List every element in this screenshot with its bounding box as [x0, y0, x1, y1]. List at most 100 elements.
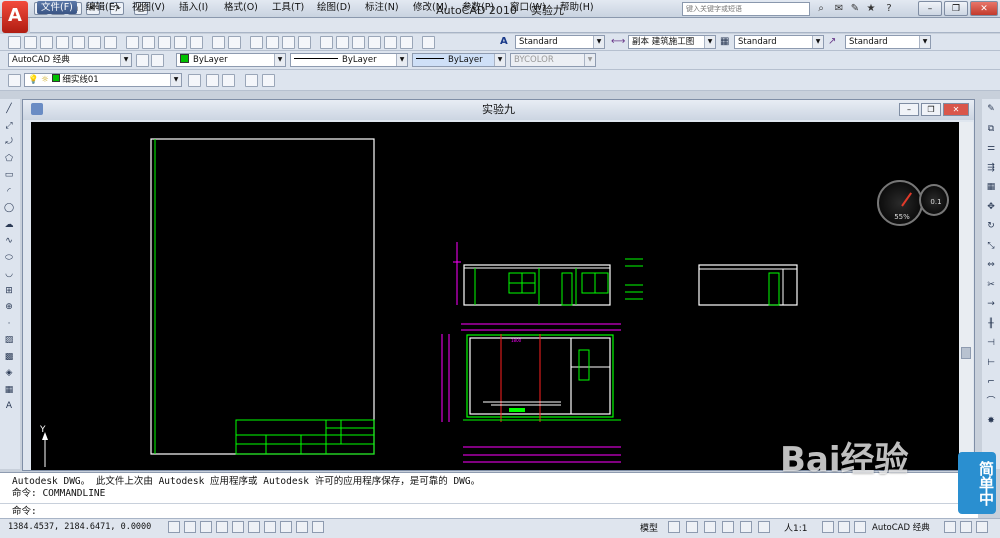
array-icon[interactable]: ▦	[985, 181, 997, 193]
arc-icon[interactable]: ◜	[3, 186, 15, 198]
quick-view-drawings-icon[interactable]	[686, 521, 698, 533]
block-editor-icon[interactable]	[190, 36, 203, 49]
erase-icon[interactable]: ✎	[985, 103, 997, 115]
zoom-status-icon[interactable]	[722, 521, 734, 533]
table-icon[interactable]: ▦	[3, 384, 15, 396]
pan-icon[interactable]	[250, 36, 263, 49]
help-icon[interactable]	[422, 36, 435, 49]
multiline-text-icon[interactable]: A	[3, 400, 15, 412]
annotation-visibility-icon[interactable]	[822, 521, 834, 533]
move-icon[interactable]: ✥	[985, 201, 997, 213]
tool-palettes-icon[interactable]	[352, 36, 365, 49]
change-to-layer-icon[interactable]	[262, 74, 275, 87]
showmotion-icon[interactable]	[758, 521, 770, 533]
color-select[interactable]: ByLayer ▼	[176, 53, 286, 67]
workspace-menu-icon[interactable]	[151, 54, 164, 67]
workspace-switch[interactable]: AutoCAD 经典	[872, 521, 930, 533]
menu-view[interactable]: 视图(V)	[128, 1, 169, 14]
text-style-icon[interactable]: A	[500, 36, 512, 49]
ellipse-arc-icon[interactable]: ◡	[3, 268, 15, 280]
polygon-icon[interactable]: ⬠	[3, 153, 15, 165]
menu-file[interactable]: 文件(F)	[37, 1, 77, 14]
quickcalc-icon[interactable]	[400, 36, 413, 49]
menu-format[interactable]: 格式(O)	[220, 1, 262, 14]
join-icon[interactable]: ⊢	[985, 357, 997, 369]
layer-state-icon[interactable]	[222, 74, 235, 87]
plot-preview-icon[interactable]	[72, 36, 85, 49]
lineweight-select[interactable]: ByLayer ▼	[412, 53, 506, 67]
trim-icon[interactable]: ✂	[985, 279, 997, 291]
qp-toggle[interactable]	[312, 521, 324, 533]
open-icon[interactable]	[24, 36, 37, 49]
zoom-previous-icon[interactable]	[298, 36, 311, 49]
fillet-icon[interactable]: ⌒	[985, 396, 997, 408]
menu-dimension[interactable]: 标注(N)	[361, 1, 403, 14]
osnap-toggle[interactable]	[232, 521, 244, 533]
close-button[interactable]: ✕	[970, 1, 998, 16]
hardware-acceleration-icon[interactable]	[960, 521, 972, 533]
steering-wheel-icon[interactable]	[740, 521, 752, 533]
lwt-toggle[interactable]	[296, 521, 308, 533]
favorites-icon[interactable]: ★	[864, 2, 878, 16]
clean-screen-icon[interactable]	[976, 521, 988, 533]
zoom-realtime-icon[interactable]	[266, 36, 279, 49]
layer-manager-icon[interactable]	[8, 74, 21, 87]
workspace-select[interactable]: AutoCAD 经典 ▼	[8, 53, 132, 67]
insert-block-icon[interactable]: ⊞	[3, 285, 15, 297]
tools-icon[interactable]: ✎	[848, 2, 862, 16]
doc-minimize-button[interactable]: –	[899, 103, 919, 116]
ellipse-icon[interactable]: ⬭	[3, 252, 15, 264]
drawing-canvas[interactable]: Y 1800	[31, 122, 959, 470]
layer-previous-icon[interactable]	[206, 74, 219, 87]
restore-button[interactable]: ❐	[944, 1, 968, 16]
help-icon[interactable]: ?	[882, 2, 896, 16]
polar-toggle[interactable]	[216, 521, 228, 533]
line-icon[interactable]: ╱	[3, 103, 15, 115]
snap-toggle[interactable]	[168, 521, 180, 533]
break-at-point-icon[interactable]: ╫	[985, 318, 997, 330]
cut-icon[interactable]	[126, 36, 139, 49]
undo-icon[interactable]	[212, 36, 225, 49]
polyline-icon[interactable]: ⤾	[3, 136, 15, 148]
save-icon[interactable]	[40, 36, 53, 49]
menu-parametric[interactable]: 参数(P)	[458, 1, 498, 14]
communication-center-icon[interactable]: ✉	[832, 2, 846, 16]
layer-select[interactable]: 💡 ☼ 细实线01 ▼	[24, 73, 182, 87]
copy-object-icon[interactable]: ⧉	[985, 123, 997, 135]
scale-icon[interactable]: ⤡	[985, 240, 997, 252]
multileader-style-icon[interactable]: ↗	[828, 36, 842, 49]
spline-icon[interactable]: ∿	[3, 235, 15, 247]
ortho-toggle[interactable]	[200, 521, 212, 533]
paste-icon[interactable]	[158, 36, 171, 49]
match-layer-icon[interactable]	[245, 74, 258, 87]
model-tab[interactable]: 模型	[640, 521, 658, 534]
text-style-select[interactable]: Standard ▼	[515, 35, 605, 49]
dim-style-select[interactable]: 副本 建筑施工图 ▼	[628, 35, 716, 49]
workspace-settings-icon[interactable]	[854, 521, 866, 533]
chamfer-icon[interactable]: ⌐	[985, 376, 997, 388]
quick-view-layouts-icon[interactable]	[668, 521, 680, 533]
menu-tools[interactable]: 工具(T)	[268, 1, 308, 14]
dyn-toggle[interactable]	[280, 521, 292, 533]
minimize-button[interactable]: –	[918, 1, 942, 16]
workspace-settings-icon[interactable]	[136, 54, 149, 67]
multileader-style-select[interactable]: Standard ▼	[845, 35, 931, 49]
menu-insert[interactable]: 插入(I)	[175, 1, 212, 14]
markup-icon[interactable]	[384, 36, 397, 49]
scroll-thumb[interactable]	[961, 347, 971, 359]
hatch-icon[interactable]: ▨	[3, 334, 15, 346]
table-style-select[interactable]: Standard ▼	[734, 35, 824, 49]
zoom-window-icon[interactable]	[282, 36, 295, 49]
menu-edit[interactable]: 编辑(E)	[82, 1, 122, 14]
doc-close-button[interactable]: ✕	[943, 103, 969, 116]
mirror-icon[interactable]: ⚌	[985, 142, 997, 154]
properties-icon[interactable]	[320, 36, 333, 49]
auto-scale-icon[interactable]	[838, 521, 850, 533]
grid-toggle[interactable]	[184, 521, 196, 533]
break-icon[interactable]: ⊣	[985, 337, 997, 349]
side-badge[interactable]: 简单中	[958, 452, 996, 514]
otrack-toggle[interactable]	[248, 521, 260, 533]
design-center-icon[interactable]	[336, 36, 349, 49]
stretch-icon[interactable]: ⇔	[985, 259, 997, 271]
point-icon[interactable]: ·	[3, 318, 15, 330]
